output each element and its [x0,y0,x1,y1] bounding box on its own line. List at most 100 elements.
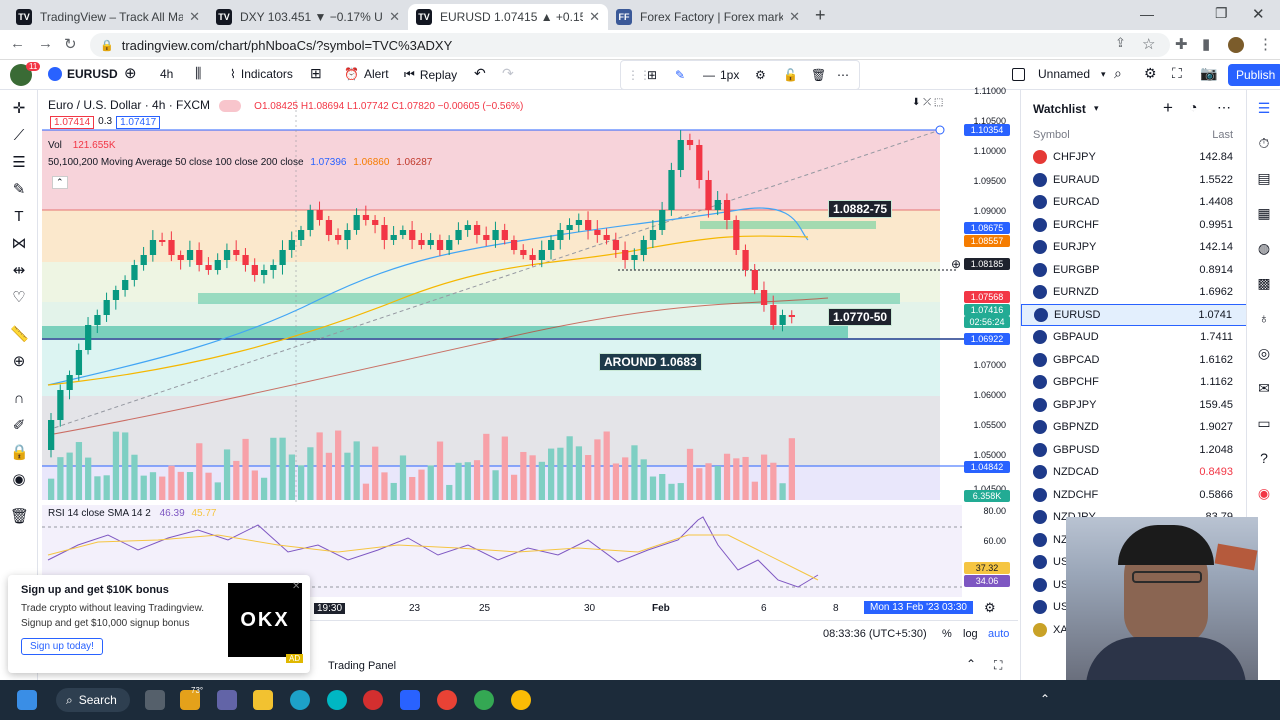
redo-icon[interactable]: ↷ [502,65,514,82]
magnet-icon[interactable]: ∩ [10,390,28,408]
news-icon[interactable]: ▦ [1255,205,1273,223]
remove-trash-icon[interactable]: 🗑 [10,508,29,526]
watchlist-row[interactable]: EURJPY 142.14 [1021,236,1247,258]
watchlist-row[interactable]: EURCAD 1.4408 [1021,191,1247,213]
column-symbol[interactable]: Symbol [1033,129,1070,141]
compare-add-icon[interactable]: ⊕ [124,64,137,82]
camera-snapshot-icon[interactable]: 📷 [1200,65,1217,82]
column-last[interactable]: Last [1212,129,1233,141]
chrome-profile-icon[interactable] [474,690,494,710]
minimize-icon[interactable]: — [1140,6,1154,22]
percent-toggle[interactable]: % [942,628,952,640]
url-input[interactable]: 🔒 tradingview.com/chart/phNboaCs/?symbol… [90,33,1170,57]
browser-tab[interactable]: FF Forex Factory | Forex markets for ✕ [608,4,808,30]
add-alert-plus-icon[interactable]: ⊕ [951,257,961,271]
layout-menu-button[interactable]: Unnamed ▾ [1012,67,1106,81]
candles-icon[interactable]: ⫼ [195,65,201,82]
windows-start-icon[interactable] [17,690,37,710]
chrome-profile-icon[interactable] [511,690,531,710]
new-tab-icon[interactable]: + [815,5,826,26]
close-promo-icon[interactable]: ✕ [292,581,300,592]
maximize-icon[interactable]: ❐ [1215,5,1228,22]
ruler-icon[interactable]: 📏 [10,326,29,344]
watchlist-title[interactable]: Watchlist [1033,102,1086,116]
watchlist-row[interactable]: EURAUD 1.5522 [1021,169,1247,191]
browser-tab[interactable]: TV TradingView – Track All Markets ✕ [8,4,208,30]
chevron-down-icon[interactable]: ▾ [1094,103,1099,114]
watchlist-row[interactable]: GBPAUD 1.7411 [1021,326,1247,348]
fib-lines-icon[interactable]: ☰ [10,154,28,172]
indicators-button[interactable]: ⌇ Indicators [230,67,293,81]
maximize-panel-icon[interactable]: ⛶ [994,658,1002,673]
pane-control-icons[interactable]: ⬇ ⤫ ⬚ [912,97,943,108]
line-style-button[interactable]: —1px [703,68,739,82]
search-icon[interactable]: ⌕ [1114,65,1122,82]
auto-toggle[interactable]: auto [988,628,1009,640]
price-chart-canvas[interactable] [38,90,1018,620]
chart-pane[interactable]: Euro / U.S. Dollar · 4h · FXCM O1.08425 … [38,86,1018,620]
text-tool-icon[interactable]: T [10,208,28,226]
template-icon[interactable]: ⊞ [647,68,657,82]
back-icon[interactable]: ← [10,35,25,52]
favorite-heart-icon[interactable]: ♡ [10,289,28,307]
watchlist-icon[interactable]: ☰ [1255,100,1273,118]
crosshair-icon[interactable]: ✛ [10,100,28,118]
watchlist-row[interactable]: EURUSD 1.0741 [1021,303,1247,326]
visibility-eye-icon[interactable]: ◉ [10,471,28,489]
alert-button[interactable]: ⏰ Alert [344,67,389,81]
file-explorer-icon[interactable] [253,690,273,710]
lock-all-icon[interactable]: 🔒 [10,444,29,462]
lock-drawing-icon[interactable]: 🔓 [783,68,798,82]
teams-icon[interactable] [217,690,237,710]
prediction-icon[interactable]: ⇹ [10,262,28,280]
browser-tab-active[interactable]: TV EURUSD 1.07415 ▲ +0.15% Unn ✕ [408,4,608,30]
watchlist-row[interactable]: EURNZD 1.6962 [1021,281,1247,303]
tray-chevron-icon[interactable]: ⌃ [1040,692,1050,706]
signup-button[interactable]: Sign up today! [21,638,103,655]
log-toggle[interactable]: log [963,628,978,640]
reload-icon[interactable]: ↻ [64,35,77,53]
pattern-icon[interactable]: ⋈ [10,235,28,253]
trading-panel-tab[interactable]: Trading Panel [328,660,396,672]
cortana-icon[interactable] [327,690,347,710]
watchlist-row[interactable]: GBPJPY 159.45 [1021,394,1247,416]
more-dots-icon[interactable]: ⋯ [837,68,849,82]
window-close-icon[interactable]: ✕ [1252,5,1265,23]
calendar-icon[interactable]: ▩ [1255,275,1273,293]
watchlist-row[interactable]: GBPUSD 1.2048 [1021,439,1247,461]
layout-grid-icon[interactable]: ⊞ [310,65,322,82]
close-tab-icon[interactable]: ✕ [389,9,400,25]
recorder-icon[interactable] [363,690,383,710]
trendline-handle[interactable] [935,125,945,135]
help-icon[interactable]: ? [1255,450,1273,468]
task-view-icon[interactable] [145,690,165,710]
browser-menu-icon[interactable]: ⋮ [1258,35,1273,53]
data-window-icon[interactable]: ▤ [1255,170,1273,188]
collapse-legend-icon[interactable]: ⌃ [52,176,68,189]
axis-settings-icon[interactable]: ⚙ [984,600,996,616]
browser-tab[interactable]: TV DXY 103.451 ▼ −0.17% Unnamed ✕ [208,4,408,30]
extensions-icon[interactable]: ✚ [1175,35,1188,53]
stay-drawing-icon[interactable]: ✐ [10,417,28,435]
watchlist-row[interactable]: EURGBP 0.8914 [1021,259,1247,281]
trendline-icon[interactable]: ⟋ [10,127,28,145]
ideas-bulb-icon[interactable]: ♁ [1255,310,1273,328]
settings-gear-icon[interactable]: ⚙ [755,68,766,82]
clock[interactable]: 08:33:36 (UTC+5:30) [823,628,927,640]
add-symbol-icon[interactable]: + [1163,98,1173,118]
okx-logo[interactable]: OKX [228,583,302,657]
app-icon[interactable] [400,690,420,710]
sidepanel-icon[interactable]: ▮ [1202,35,1210,53]
symbol-search-button[interactable]: EURUSD [48,67,118,81]
bookmark-star-icon[interactable]: ☆ [1142,35,1155,53]
chevron-up-icon[interactable]: ⌃ [966,657,976,671]
delete-trash-icon[interactable]: 🗑 [811,68,826,82]
interval-button[interactable]: 4h [160,67,173,81]
close-tab-icon[interactable]: ✕ [589,9,600,25]
brush-icon[interactable]: ✎ [10,181,28,199]
watchlist-row[interactable]: EURCHF 0.9951 [1021,214,1247,236]
more-options-icon[interactable]: ⋯ [1217,99,1231,116]
hotlist-icon[interactable]: ◍ [1255,240,1273,258]
pen-color-icon[interactable]: ✎ [675,68,685,82]
streams-icon[interactable]: ◎ [1255,345,1273,363]
